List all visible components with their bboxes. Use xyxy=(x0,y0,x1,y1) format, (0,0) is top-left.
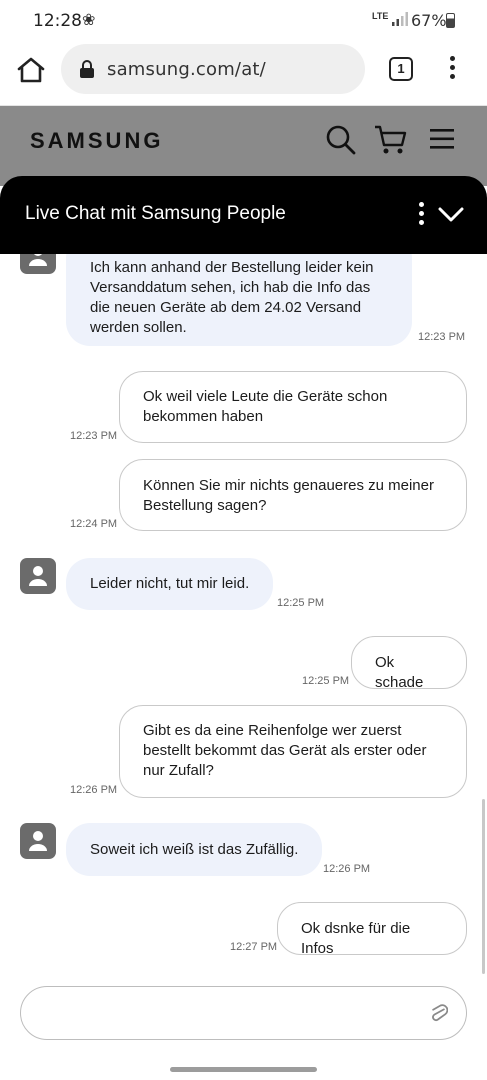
hamburger-menu-icon[interactable] xyxy=(430,128,454,150)
lock-icon xyxy=(80,60,94,78)
lte-indicator: LTE xyxy=(372,11,389,21)
message-text: Soweit ich weiß ist das Zufällig. xyxy=(90,841,299,858)
home-icon[interactable] xyxy=(16,56,46,84)
message-input[interactable] xyxy=(20,986,467,1040)
chat-header: Live Chat mit Samsung People xyxy=(0,176,487,254)
message-time: 12:27 PM xyxy=(230,941,278,953)
agent-avatar xyxy=(20,558,56,594)
user-message: Ok schade xyxy=(351,636,467,691)
tab-switcher-button[interactable]: 1 xyxy=(389,57,413,81)
message-text: Ok schade xyxy=(375,654,424,691)
chat-scrollbar[interactable] xyxy=(482,799,485,974)
message-time: 12:25 PM xyxy=(277,597,325,609)
message-time: 12:26 PM xyxy=(70,784,118,796)
battery-percent: 67% xyxy=(411,11,447,30)
samsung-logo[interactable]: SAMSUNG xyxy=(30,128,163,154)
cart-icon[interactable] xyxy=(374,124,408,156)
browser-toolbar: samsung.com/at/ 1 xyxy=(0,40,487,106)
message-time: 12:23 PM xyxy=(418,331,466,343)
chat-title: Live Chat mit Samsung People xyxy=(25,203,286,224)
signal-icon xyxy=(392,12,408,26)
agent-avatar xyxy=(20,254,56,274)
message-text: Ok dsnke für die Infos xyxy=(301,920,411,957)
site-header: SAMSUNG xyxy=(0,106,487,186)
message-text: Leider nicht, tut mir leid. xyxy=(90,575,250,592)
chat-message-list[interactable]: Ich kann anhand der Bestellung leider ke… xyxy=(0,254,487,980)
chat-options-icon[interactable] xyxy=(415,202,427,228)
status-time: 12:28 xyxy=(33,11,82,31)
user-message: Ok dsnke für die Infos xyxy=(277,902,467,957)
agent-avatar xyxy=(20,823,56,859)
battery-icon xyxy=(446,13,455,28)
user-message: Gibt es da eine Reihenfolge wer zuerst b… xyxy=(119,705,467,798)
message-text: Gibt es da eine Reihenfolge wer zuerst b… xyxy=(143,722,427,779)
message-text: Können Sie mir nichts genaueres zu meine… xyxy=(143,477,434,514)
message-text: Ok weil viele Leute die Geräte schon bek… xyxy=(143,388,388,425)
message-time: 12:23 PM xyxy=(70,430,118,442)
message-text: Ich kann anhand der Bestellung leider ke… xyxy=(90,259,374,336)
fan-icon: ❀ xyxy=(82,12,96,29)
user-message: Ok weil viele Leute die Geräte schon bek… xyxy=(119,371,467,443)
gesture-bar[interactable] xyxy=(170,1067,317,1072)
address-bar[interactable]: samsung.com/at/ xyxy=(61,44,365,94)
paperclip-icon[interactable] xyxy=(430,1002,448,1026)
agent-message: Ich kann anhand der Bestellung leider ke… xyxy=(66,254,412,346)
chevron-down-icon[interactable] xyxy=(438,206,464,224)
browser-menu-icon[interactable] xyxy=(440,56,464,84)
search-icon[interactable] xyxy=(325,124,357,156)
agent-message: Soweit ich weiß ist das Zufällig. xyxy=(66,823,323,876)
status-bar: 12:28 ❀ LTE 67% xyxy=(0,0,487,40)
message-time: 12:25 PM xyxy=(302,675,350,687)
message-time: 12:26 PM xyxy=(323,863,371,875)
url-text: samsung.com/at/ xyxy=(107,59,266,80)
user-message: Können Sie mir nichts genaueres zu meine… xyxy=(119,459,467,531)
agent-message: Leider nicht, tut mir leid. xyxy=(66,558,274,610)
message-time: 12:24 PM xyxy=(70,518,118,530)
